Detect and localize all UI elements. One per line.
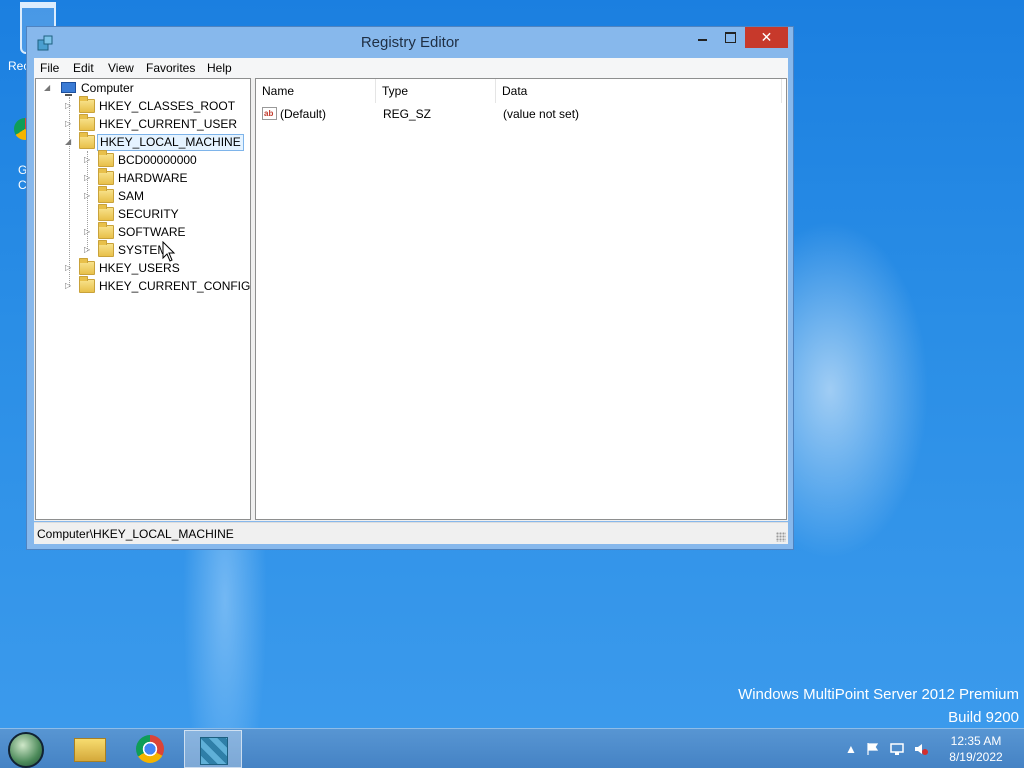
volume-muted-icon[interactable] <box>914 742 928 756</box>
values-list[interactable]: Name Type Data ab (Default) REG_SZ (valu… <box>255 78 787 520</box>
system-clock[interactable]: 12:35 AM 8/19/2022 <box>936 733 1016 765</box>
tree-node-label: SOFTWARE <box>118 225 186 239</box>
folder-icon <box>79 276 95 293</box>
file-explorer-icon[interactable] <box>60 730 118 768</box>
chrome-icon[interactable] <box>122 730 180 768</box>
menu-favorites[interactable]: Favorites <box>146 61 195 75</box>
column-header-data[interactable]: Data <box>496 79 782 103</box>
clock-date: 8/19/2022 <box>949 750 1003 764</box>
status-bar: Computer\HKEY_LOCAL_MACHINE <box>34 522 788 544</box>
tree-node-label: SECURITY <box>118 207 179 221</box>
menu-view[interactable]: View <box>108 61 134 75</box>
window-title: Registry Editor <box>360 34 460 51</box>
tree-node-label: HARDWARE <box>118 171 188 185</box>
expand-arrow-icon[interactable]: ▷ <box>84 191 92 201</box>
folder-icon <box>98 222 114 239</box>
folder-icon <box>98 168 114 185</box>
expand-arrow-icon[interactable]: ▷ <box>65 119 73 129</box>
value-type: REG_SZ <box>383 107 432 121</box>
folder-icon <box>79 96 95 113</box>
menu-bar: File Edit View Favorites Help <box>34 58 788 78</box>
folder-icon <box>98 204 114 221</box>
expand-arrow-icon[interactable]: ▷ <box>84 173 92 183</box>
tree-node-label: HKEY_LOCAL_MACHINE <box>97 134 244 151</box>
collapse-arrow-icon[interactable]: ◢ <box>44 83 52 93</box>
folder-icon <box>98 240 114 257</box>
maximize-button[interactable] <box>717 27 743 48</box>
expand-arrow-icon[interactable]: ▷ <box>65 263 73 273</box>
network-icon[interactable] <box>890 742 904 756</box>
value-name: (Default) <box>280 107 327 121</box>
client-area: ◢ Computer ▷ HKEY_CLASSES_ROOT ▷ HKEY_CU… <box>34 78 788 521</box>
expand-arrow-icon[interactable]: ▷ <box>84 155 92 165</box>
value-data: (value not set) <box>503 107 580 121</box>
computer-icon <box>61 82 76 96</box>
tree-node-label: HKEY_CURRENT_CONFIG <box>99 279 251 293</box>
expand-arrow-icon[interactable]: ▷ <box>84 245 92 255</box>
column-header-name[interactable]: Name <box>256 79 376 103</box>
show-hidden-icons[interactable]: ▲ <box>844 742 858 756</box>
watermark-edition: Windows MultiPoint Server 2012 Premium <box>738 686 1019 703</box>
string-value-icon: ab <box>262 107 277 120</box>
action-center-flag-icon[interactable] <box>866 742 880 756</box>
clock-time: 12:35 AM <box>950 734 1002 748</box>
tree-node-label: HKEY_CURRENT_USER <box>99 117 238 131</box>
expand-arrow-icon[interactable]: ▷ <box>65 101 73 111</box>
folder-icon <box>79 114 95 131</box>
close-button[interactable]: ✕ <box>745 27 788 48</box>
tree-node-label: HKEY_USERS <box>99 261 180 275</box>
folder-icon <box>79 258 95 275</box>
resize-grip-icon[interactable] <box>776 532 786 542</box>
collapse-arrow-icon[interactable]: ◢ <box>65 137 73 147</box>
menu-edit[interactable]: Edit <box>73 61 94 75</box>
mouse-cursor-icon <box>162 241 176 262</box>
folder-open-icon <box>79 132 95 149</box>
folder-icon <box>98 186 114 203</box>
tree-node-label: BCD00000000 <box>118 153 197 167</box>
taskbar: ▲ 12:35 AM 8/19/2022 <box>0 728 1024 768</box>
status-path: Computer\HKEY_LOCAL_MACHINE <box>37 527 234 541</box>
registry-editor-window: Registry Editor ✕ File Edit View Favorit… <box>26 26 794 550</box>
title-bar[interactable]: Registry Editor ✕ <box>27 27 793 57</box>
menu-file[interactable]: File <box>40 61 59 75</box>
expand-arrow-icon[interactable]: ▷ <box>65 281 73 291</box>
column-header-type[interactable]: Type <box>376 79 496 103</box>
start-orb-icon[interactable] <box>8 732 44 768</box>
watermark-build: Build 9200 <box>948 709 1019 726</box>
minimize-button[interactable] <box>689 27 715 48</box>
list-row[interactable]: ab (Default) REG_SZ (value not set) <box>256 106 786 124</box>
menu-help[interactable]: Help <box>207 61 232 75</box>
tree-node-label: HKEY_CLASSES_ROOT <box>99 99 236 113</box>
folder-icon <box>98 150 114 167</box>
expand-arrow-icon[interactable]: ▷ <box>84 227 92 237</box>
key-tree[interactable]: ◢ Computer ▷ HKEY_CLASSES_ROOT ▷ HKEY_CU… <box>35 78 251 520</box>
registry-editor-taskbar-icon[interactable] <box>184 730 242 768</box>
tree-node-label: Computer <box>81 81 134 95</box>
os-watermark: Windows MultiPoint Server 2012 Premium B… <box>738 683 1019 728</box>
tree-node-label: SAM <box>118 189 145 203</box>
